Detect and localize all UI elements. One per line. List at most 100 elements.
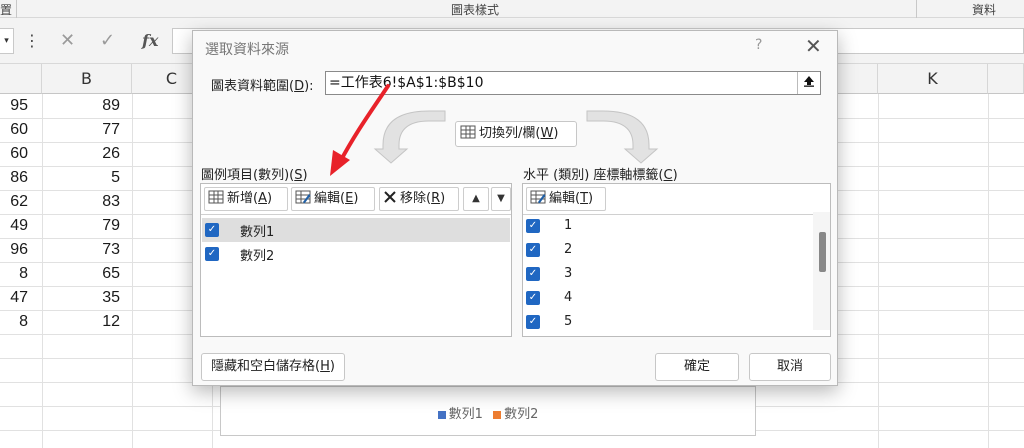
cell-a6[interactable]: 49 — [0, 214, 28, 238]
legend-label: 數列1 — [448, 407, 483, 422]
category-label: 4 — [564, 290, 573, 305]
cell-b9[interactable]: 35 — [42, 286, 120, 310]
cell-b7[interactable]: 73 — [42, 238, 120, 262]
axis-labels-label: 水平 (類別) 座標軸標籤(C) — [523, 168, 678, 183]
grid-col-line — [132, 94, 133, 448]
cell-b4[interactable]: 5 — [42, 166, 120, 190]
toolbar-divider — [201, 214, 511, 215]
axis-labels-text: 水平 (類別) 座標軸標籤 — [523, 168, 659, 183]
category-row-1[interactable]: ✓ 1 — [524, 214, 814, 238]
cell-b3[interactable]: 26 — [42, 142, 120, 166]
cell-b10[interactable]: 12 — [42, 310, 120, 334]
ribbon-divider — [916, 0, 917, 18]
scrollbar-thumb[interactable] — [819, 232, 826, 272]
cell-a9[interactable]: 47 — [0, 286, 28, 310]
chart-legend: 數列1 數列2 — [221, 403, 755, 422]
add-label: 新增 — [227, 191, 254, 206]
category-label: 5 — [564, 314, 573, 329]
shortcut-key: E — [345, 191, 354, 206]
series-name: 數列1 — [240, 225, 275, 240]
ribbon-group-chart-styles: 圖表樣式 — [451, 3, 500, 17]
remove-x-icon — [384, 191, 396, 203]
ok-button[interactable]: 確定 — [655, 353, 739, 381]
cell-a3[interactable]: 60 — [0, 142, 28, 166]
shortcut-key: W — [540, 126, 554, 141]
category-row-2[interactable]: ✓ 2 — [524, 238, 814, 262]
legend-entries-text: 圖例項目(數列) — [201, 168, 290, 183]
hidden-empty-cells-button[interactable]: 隱藏和空白儲存格(H) — [201, 353, 345, 381]
switch-row-column-button[interactable]: 切換列/欄(W) — [455, 121, 577, 147]
cell-a2[interactable]: 60 — [0, 118, 28, 142]
chart-area[interactable]: 數列1 數列2 — [220, 386, 756, 436]
switch-label: 切換列/欄 — [479, 126, 536, 141]
hidden-empty-label: 隱藏和空白儲存格 — [211, 359, 316, 374]
cell-b8[interactable]: 65 — [42, 262, 120, 286]
category-checkbox[interactable]: ✓ — [526, 219, 540, 233]
edit-axis-labels-button[interactable]: 編輯(T) — [526, 187, 606, 211]
edit-series-button[interactable]: 編輯(E) — [291, 187, 375, 211]
ribbon-group-labels: 置 圖表樣式 資料 — [0, 0, 1024, 18]
confirm-entry-icon[interactable]: ✓ — [100, 28, 115, 54]
column-header-l[interactable] — [988, 64, 1024, 94]
cell-b6[interactable]: 79 — [42, 214, 120, 238]
cell-b1[interactable]: 89 — [42, 94, 120, 118]
shortcut-key: C — [663, 168, 673, 183]
legend-swatch — [437, 410, 446, 419]
edit-table-icon — [295, 190, 311, 204]
category-checkbox[interactable]: ✓ — [526, 243, 540, 257]
edit-label: 編輯 — [314, 191, 341, 206]
series-row-2[interactable]: ✓ 數列2 — [202, 242, 510, 266]
grid-col-line — [988, 94, 989, 448]
column-header-b[interactable]: B — [42, 64, 132, 94]
category-scrollbar[interactable] — [813, 212, 830, 330]
category-label: 3 — [564, 266, 573, 281]
remove-label: 移除 — [400, 191, 427, 206]
move-up-button[interactable]: ▲ — [463, 187, 489, 211]
category-checkbox[interactable]: ✓ — [526, 291, 540, 305]
shortcut-key: H — [320, 359, 330, 374]
move-down-button[interactable]: ▼ — [491, 187, 511, 211]
namebox-dropdown[interactable]: ▾ — [0, 28, 14, 54]
category-label: 1 — [564, 218, 573, 233]
cell-a8[interactable]: 8 — [0, 262, 28, 286]
column-header-a[interactable] — [0, 64, 42, 94]
legend-item-series2: 數列2 — [493, 407, 538, 422]
cell-a7[interactable]: 96 — [0, 238, 28, 262]
category-checkbox[interactable]: ✓ — [526, 315, 540, 329]
cell-b5[interactable]: 83 — [42, 190, 120, 214]
category-row-5[interactable]: ✓ 5 — [524, 310, 814, 334]
cell-a1[interactable]: 95 — [0, 94, 28, 118]
shortcut-key: R — [431, 191, 441, 206]
legend-entries-label: 圖例項目(數列)(S) — [201, 168, 308, 183]
add-series-button[interactable]: 新增(A) — [204, 187, 288, 211]
cancel-button[interactable]: 取消 — [749, 353, 831, 381]
category-row-3[interactable]: ✓ 3 — [524, 262, 814, 286]
cancel-entry-icon[interactable]: ✕ — [60, 28, 75, 54]
category-label: 2 — [564, 242, 573, 257]
cell-b2[interactable]: 77 — [42, 118, 120, 142]
cell-a10[interactable]: 8 — [0, 310, 28, 334]
series-checkbox[interactable]: ✓ — [205, 247, 219, 261]
remove-series-button[interactable]: 移除(R) — [379, 187, 459, 211]
cell-a5[interactable]: 62 — [0, 190, 28, 214]
grid-col-line — [878, 94, 879, 448]
ribbon-group-partial: 置 — [0, 3, 13, 17]
axis-labels-panel: 編輯(T) ✓ 1 ✓ 2 ✓ 3 ✓ 4 ✓ 5 — [522, 183, 831, 337]
ribbon-group-data: 資料 — [972, 3, 997, 17]
column-header-k[interactable]: K — [878, 64, 988, 94]
series-row-1[interactable]: ✓ 數列1 — [202, 218, 510, 242]
switch-grid-icon — [460, 125, 476, 139]
category-row-4[interactable]: ✓ 4 — [524, 286, 814, 310]
edit-label: 編輯 — [549, 191, 576, 206]
cell-a4[interactable]: 86 — [0, 166, 28, 190]
category-checkbox[interactable]: ✓ — [526, 267, 540, 281]
edit-table-icon — [530, 190, 546, 204]
add-table-icon — [208, 190, 224, 204]
more-options-icon[interactable]: ⋮ — [24, 28, 40, 54]
series-checkbox[interactable]: ✓ — [205, 223, 219, 237]
shortcut-key: A — [258, 191, 267, 206]
ribbon-divider — [16, 0, 17, 18]
legend-item-series1: 數列1 — [437, 407, 483, 422]
insert-function-icon[interactable]: fx — [142, 28, 158, 54]
legend-entries-panel: 新增(A) 編輯(E) 移除(R) ▲ ▼ ✓ 數列1 ✓ 數列2 — [200, 183, 512, 337]
